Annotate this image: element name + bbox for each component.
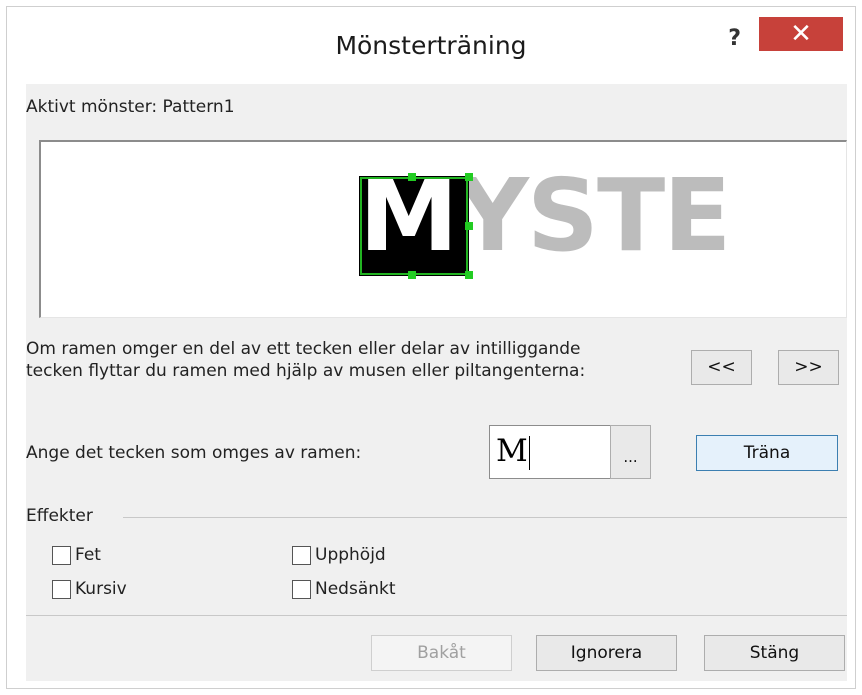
footer-separator	[26, 615, 847, 616]
bold-label: Fet	[75, 545, 101, 565]
previous-char-button[interactable]: <<	[691, 350, 752, 385]
instruction-line-2: tecken flyttar du ramen med hjälp av mus…	[26, 361, 586, 381]
train-button[interactable]: Träna	[696, 435, 838, 471]
superscript-label: Upphöjd	[315, 545, 386, 565]
char-entry-label: Ange det tecken som omges av ramen:	[26, 443, 362, 463]
close-window-button[interactable]: ✕	[759, 17, 843, 51]
pattern-preview[interactable]: MYSTE M	[39, 140, 847, 318]
active-pattern-label: Aktivt mönster: Pattern1	[26, 97, 235, 117]
browse-chars-button[interactable]: ...	[610, 425, 651, 479]
frame-handle-bottom[interactable]	[408, 271, 416, 279]
subscript-label: Nedsänkt	[315, 579, 396, 599]
dialog-body: Aktivt mönster: Pattern1 MYSTE M Om rame…	[26, 84, 847, 681]
close-button[interactable]: Stäng	[704, 635, 845, 671]
italic-label: Kursiv	[75, 579, 127, 599]
ignore-button[interactable]: Ignorera	[536, 635, 677, 671]
help-button[interactable]: ?	[728, 26, 741, 51]
active-pattern-value: Pattern1	[162, 97, 235, 117]
next-char-button[interactable]: >>	[778, 350, 839, 385]
text-cursor	[528, 435, 530, 470]
bold-checkbox[interactable]	[52, 546, 71, 565]
frame-handle-right[interactable]	[465, 222, 473, 230]
effects-heading: Effekter	[26, 506, 93, 526]
frame-handle-bottom-right[interactable]	[465, 271, 473, 279]
subscript-checkbox[interactable]	[292, 580, 311, 599]
char-input[interactable]: M	[489, 425, 616, 479]
frame-handle-top-right[interactable]	[465, 173, 473, 181]
pattern-training-dialog: Mönsterträning ? ✕ Aktivt mönster: Patte…	[6, 6, 856, 689]
back-button[interactable]: Bakåt	[371, 635, 512, 671]
instruction-line-1: Om ramen omger en del av ett tecken elle…	[26, 339, 581, 359]
selection-frame[interactable]	[360, 177, 468, 275]
superscript-checkbox[interactable]	[292, 546, 311, 565]
title-bar: Mönsterträning ? ✕	[7, 7, 855, 77]
italic-checkbox[interactable]	[52, 580, 71, 599]
frame-handle-top[interactable]	[408, 173, 416, 181]
effects-separator	[123, 517, 847, 518]
